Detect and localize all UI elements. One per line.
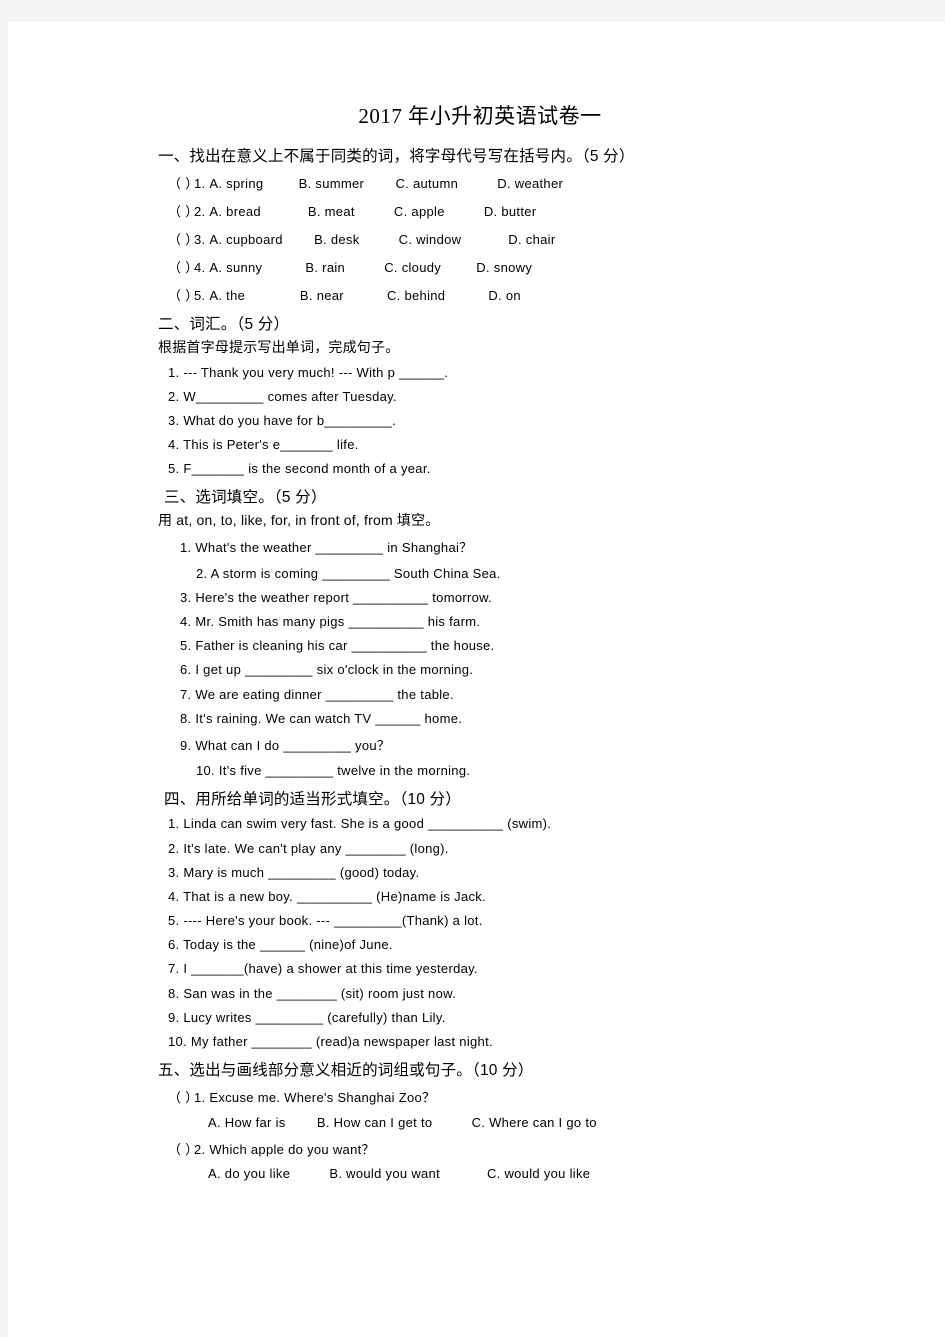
- question-3-9: 9. What can I do _________ you？: [180, 737, 391, 753]
- question-4-7: 7. I _______(have) a shower at this time…: [168, 961, 478, 977]
- question-4-4: 4. That is a new boy. __________ (He)nam…: [168, 888, 487, 904]
- option-b[interactable]: B. would you want: [329, 1166, 440, 1181]
- question-3-3: 3. Here's the weather report __________ …: [180, 589, 493, 605]
- question-2-1: 1. --- Thank you very much! --- With p _…: [168, 364, 449, 380]
- document-content: 2017 年小升初英语试卷一 一、找出在意义上不属于同类的词，将字母代号写在括号…: [150, 100, 850, 1186]
- answer-paren[interactable]: （ ）: [168, 173, 198, 192]
- option-a[interactable]: A. bread: [209, 204, 261, 219]
- mc-row-1-2: （ ）2. A. bread B. meat C. apple D. butte…: [150, 197, 850, 225]
- question-2-3: 3. What do you have for b_________.: [168, 412, 397, 428]
- option-b[interactable]: B. near: [300, 288, 344, 303]
- option-c[interactable]: C. autumn: [395, 176, 458, 191]
- question-4-9: 9. Lucy writes _________ (carefully) tha…: [168, 1009, 446, 1025]
- option-c[interactable]: C. cloudy: [384, 260, 441, 275]
- option-b[interactable]: B. rain: [305, 260, 345, 275]
- section-heading-3: 三、选词填空。（5 分）: [164, 488, 327, 506]
- option-a[interactable]: A. the: [209, 288, 245, 303]
- question-2-2: 2. W_________ comes after Tuesday.: [168, 388, 397, 404]
- option-c[interactable]: C. apple: [394, 204, 445, 219]
- question-3-1: 1. What's the weather _________ in Shang…: [180, 540, 473, 556]
- option-c[interactable]: C. behind: [387, 288, 445, 303]
- item-number: 2.: [194, 204, 206, 220]
- item-number: 1.: [194, 176, 206, 192]
- option-b[interactable]: B. summer: [299, 176, 365, 191]
- answer-paren[interactable]: （ ）: [168, 201, 198, 220]
- option-a[interactable]: A. spring: [209, 176, 263, 191]
- section-3-instruction: 用 at, on, to, like, for, in front of, fr…: [158, 511, 440, 528]
- option-a[interactable]: A. cupboard: [209, 232, 282, 247]
- option-b[interactable]: B. meat: [308, 204, 355, 219]
- answer-paren[interactable]: （ ）: [168, 229, 198, 248]
- mc-row-1-3: （ ）3. A. cupboard B. desk C. window D. c…: [150, 225, 850, 253]
- question-3-6: 6. I get up _________ six o'clock in the…: [180, 662, 474, 678]
- mc-options-5-1: A. How far is B. How can I get to C. Whe…: [150, 1110, 850, 1134]
- question-2-4: 4. This is Peter's e_______ life.: [168, 437, 359, 453]
- question-4-2: 2. It's late. We can't play any ________…: [168, 840, 449, 856]
- question-3-7: 7. We are eating dinner _________ the ta…: [180, 686, 454, 702]
- question-3-8: 8. It's raining. We can watch TV ______ …: [180, 710, 463, 726]
- question-4-3: 3. Mary is much _________ (good) today.: [168, 864, 420, 880]
- option-b[interactable]: B. How can I get to: [317, 1115, 433, 1130]
- option-a[interactable]: A. sunny: [209, 260, 262, 275]
- item-number: 3.: [194, 231, 206, 247]
- option-d[interactable]: D. chair: [508, 232, 555, 247]
- option-d[interactable]: D. butter: [484, 204, 537, 219]
- item-number: 4.: [194, 259, 206, 275]
- question-2-5: 5. F_______ is the second month of a yea…: [168, 461, 431, 477]
- option-a[interactable]: A. How far is: [208, 1115, 286, 1130]
- question-3-10: 10. It's five _________ twelve in the mo…: [196, 763, 471, 779]
- mc-row-1-1: （ ）1. A. spring B. summer C. autumn D. w…: [150, 169, 850, 197]
- mc-row-1-5: （ ）5. A. the B. near C. behind D. on: [150, 280, 850, 308]
- section-heading-5: 五、选出与画线部分意义相近的词组或句子。（10 分）: [158, 1061, 534, 1079]
- option-b[interactable]: B. desk: [314, 232, 359, 247]
- document-page: 2017 年小升初英语试卷一 一、找出在意义上不属于同类的词，将字母代号写在括号…: [8, 22, 945, 1337]
- question-3-4: 4. Mr. Smith has many pigs __________ hi…: [180, 614, 481, 629]
- option-c[interactable]: C. Where can I go to: [472, 1115, 597, 1130]
- option-d[interactable]: D. weather: [497, 176, 563, 191]
- section-2-instruction: 根据首字母提示写出单词，完成句子。: [158, 338, 400, 355]
- option-d[interactable]: D. snowy: [476, 260, 532, 275]
- mc-options-5-2: A. do you like B. would you want C. woul…: [150, 1162, 850, 1186]
- question-4-6: 6. Today is the ______ (nine)of June.: [168, 937, 393, 953]
- page-title: 2017 年小升初英语试卷一: [358, 104, 602, 128]
- answer-paren[interactable]: （ ）: [168, 257, 198, 276]
- option-c[interactable]: C. window: [399, 232, 462, 247]
- question-4-1: 1. Linda can swim very fast. She is a go…: [168, 816, 552, 832]
- answer-paren[interactable]: （ ）: [168, 1087, 198, 1106]
- item-number: 5.: [194, 287, 206, 303]
- mc-stem-5-1: （ ）1. Excuse me. Where's Shanghai Zoo？: [150, 1083, 850, 1111]
- question-4-5: 5. ---- Here's your book. --- _________(…: [168, 913, 483, 929]
- question-4-10: 10. My father ________ (read)a newspaper…: [168, 1034, 493, 1049]
- section-heading-4: 四、用所给单词的适当形式填空。（10 分）: [164, 790, 461, 808]
- answer-paren[interactable]: （ ）: [168, 1139, 198, 1158]
- option-d[interactable]: D. on: [488, 288, 521, 303]
- option-c[interactable]: C. would you like: [487, 1166, 590, 1181]
- question-3-2: 2. A storm is coming _________ South Chi…: [196, 565, 501, 581]
- section-heading-2: 二、词汇。（5 分）: [158, 315, 290, 333]
- question-stem: 1. Excuse me. Where's Shanghai Zoo？: [194, 1089, 436, 1105]
- question-4-8: 8. San was in the ________ (sit) room ju…: [168, 985, 456, 1001]
- section-heading-1: 一、找出在意义上不属于同类的词，将字母代号写在括号内。（5 分）: [158, 148, 635, 165]
- mc-stem-5-2: （ ）2. Which apple do you want？: [150, 1134, 850, 1162]
- question-stem: 2. Which apple do you want？: [194, 1141, 375, 1157]
- mc-row-1-4: （ ）4. A. sunny B. rain C. cloudy D. snow…: [150, 252, 850, 280]
- question-3-5: 5. Father is cleaning his car __________…: [180, 638, 495, 654]
- answer-paren[interactable]: （ ）: [168, 285, 198, 304]
- option-a[interactable]: A. do you like: [208, 1166, 290, 1181]
